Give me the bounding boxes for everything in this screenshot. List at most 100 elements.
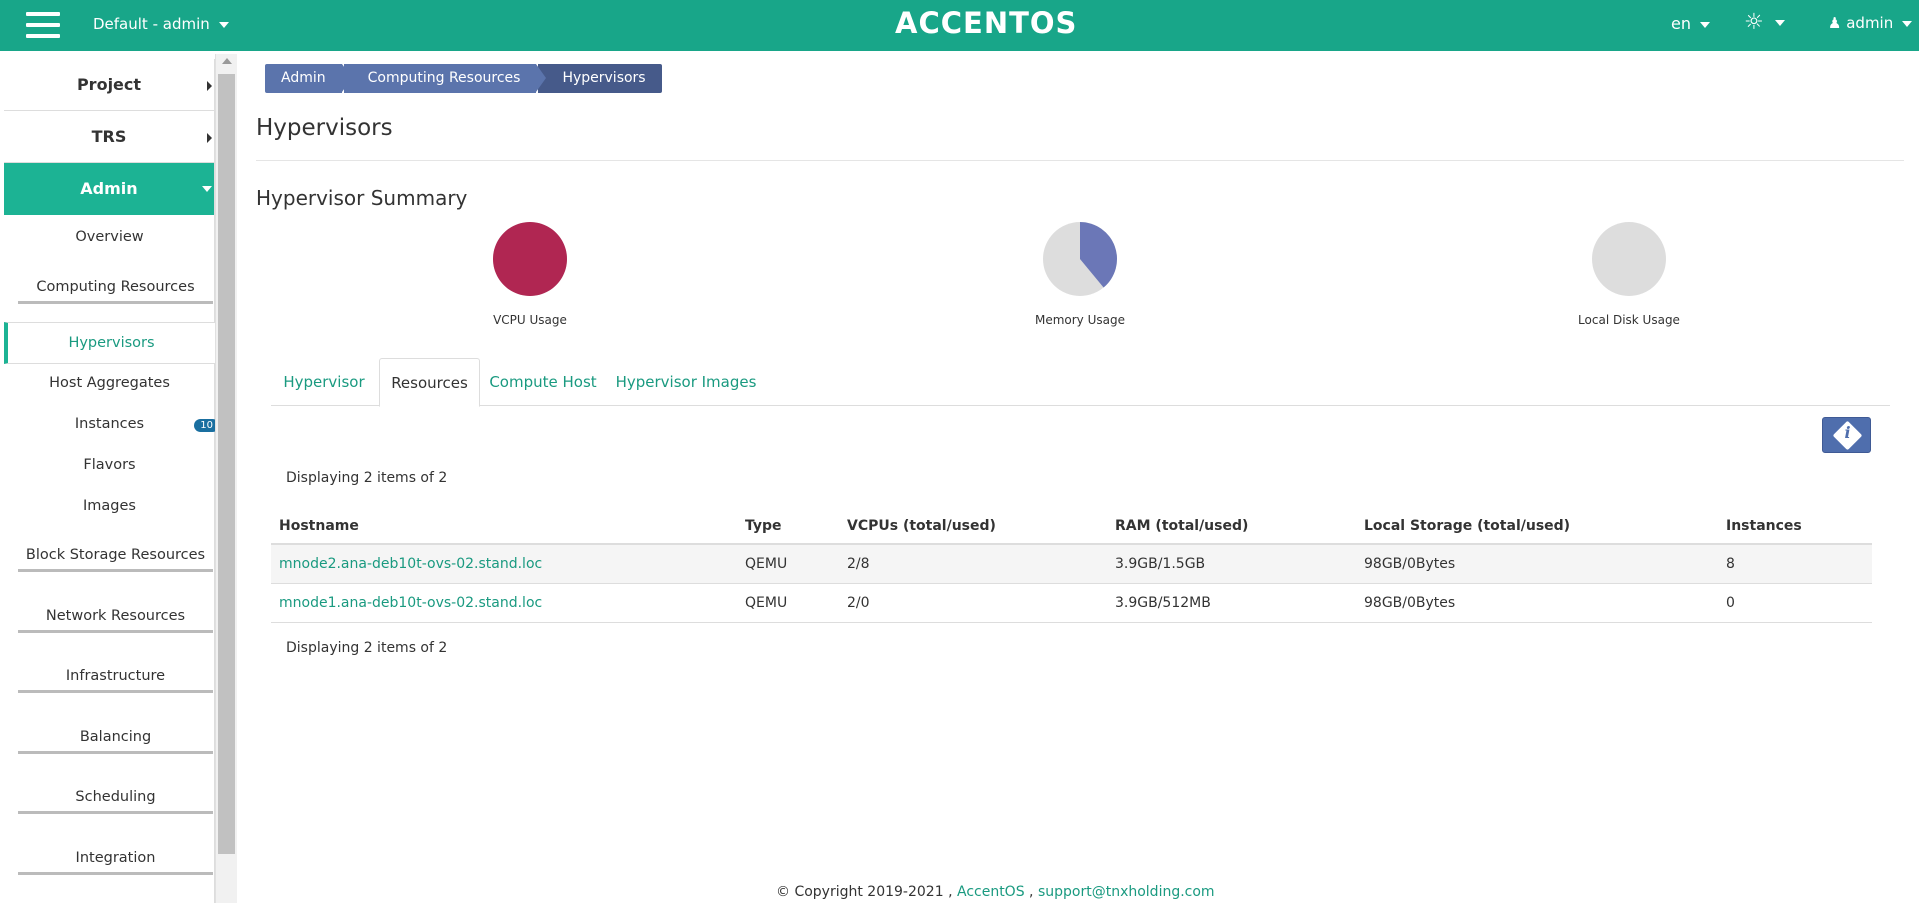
chevron-down-icon <box>1774 20 1785 26</box>
pie-slice-used <box>493 222 567 296</box>
hostname-link[interactable]: mnode1.ana-deb10t-ovs-02.stand.loc <box>279 595 542 611</box>
vcpu-usage-chart: VCPU Usage <box>460 222 600 327</box>
items-count-bottom: Displaying 2 items of 2 <box>286 640 448 656</box>
instances-cell: 0 <box>1718 583 1872 623</box>
scroll-up-icon[interactable] <box>222 58 232 64</box>
chevron-down-icon <box>202 186 212 192</box>
column-header-local-storage: Local Storage (total/used) <box>1356 508 1718 545</box>
chevron-right-icon <box>207 81 212 91</box>
disk-pie <box>1592 222 1666 296</box>
sidebar-item-label: Overview <box>75 229 144 245</box>
sidebar-item-label: Flavors <box>83 457 136 473</box>
breadcrumb-admin[interactable]: Admin <box>265 64 352 93</box>
breadcrumb-computing-resources[interactable]: Computing Resources <box>343 64 547 93</box>
ram-cell: 3.9GB/512MB <box>1107 583 1356 623</box>
sidebar-group-label: TRS <box>91 127 127 146</box>
sidebar-item-network-resources[interactable]: Network Resources <box>18 608 213 633</box>
sidebar-scrollbar[interactable] <box>215 54 237 903</box>
project-selector[interactable]: Default - admin <box>93 15 229 33</box>
user-icon: ♟ <box>1828 14 1842 32</box>
table-row: mnode1.ana-deb10t-ovs-02.stand.loc QEMU … <box>271 583 1872 623</box>
copyright-text: © Copyright 2019-2021 , <box>776 884 953 900</box>
tab-resources[interactable]: Resources <box>379 358 480 407</box>
hostname-cell: mnode1.ana-deb10t-ovs-02.stand.loc <box>271 583 737 623</box>
sidebar-item-label: Block Storage Resources <box>25 547 206 563</box>
chevron-down-icon <box>218 21 229 28</box>
storage-cell: 98GB/0Bytes <box>1356 544 1718 584</box>
chart-label: Memory Usage <box>1034 313 1125 327</box>
sidebar-item-label: Infrastructure <box>65 668 166 684</box>
sidebar-item-label: Balancing <box>79 729 152 745</box>
info-button[interactable]: i <box>1822 417 1871 453</box>
tab-compute-host[interactable]: Compute Host <box>482 358 604 406</box>
footer: © Copyright 2019-2021 , AccentOS , suppo… <box>776 884 1215 900</box>
column-header-hostname: Hostname <box>271 508 737 545</box>
sidebar-item-overview[interactable]: Overview <box>4 229 215 245</box>
language-label: en <box>1671 14 1691 33</box>
user-menu[interactable]: ♟ admin <box>1828 14 1913 32</box>
gear-icon: ☼ <box>1744 10 1764 35</box>
language-selector[interactable]: en <box>1671 14 1711 33</box>
hostname-link[interactable]: mnode2.ana-deb10t-ovs-02.stand.loc <box>279 556 542 572</box>
memory-pie <box>1043 222 1117 296</box>
sidebar-item-label: Integration <box>75 850 156 866</box>
sidebar-item-integration[interactable]: Integration <box>18 850 213 875</box>
sidebar-item-label: Network Resources <box>45 608 186 624</box>
breadcrumb: Admin Computing Resources Hypervisors <box>265 64 664 93</box>
table-header-row: Hostname Type VCPUs (total/used) RAM (to… <box>271 508 1872 545</box>
chevron-down-icon <box>1700 21 1711 28</box>
breadcrumb-hypervisors: Hypervisors <box>538 64 662 93</box>
sidebar-item-hypervisors[interactable]: Hypervisors <box>4 322 215 364</box>
sidebar-item-flavors[interactable]: Flavors <box>4 457 215 473</box>
menu-toggle-icon[interactable] <box>26 12 60 40</box>
project-selector-label: Default - admin <box>93 15 210 33</box>
column-header-type: Type <box>737 508 839 545</box>
sidebar-group-trs[interactable]: TRS <box>4 111 214 163</box>
divider <box>256 160 1904 161</box>
support-email-link[interactable]: support@tnxholding.com <box>1038 884 1215 900</box>
sidebar-group-label: Project <box>76 75 142 94</box>
pie-background <box>1592 222 1666 296</box>
local-disk-usage-chart: Local Disk Usage <box>1559 222 1699 327</box>
sidebar-item-images[interactable]: Images <box>4 498 215 514</box>
vcpus-cell: 2/0 <box>839 583 1107 623</box>
table-row: mnode2.ana-deb10t-ovs-02.stand.loc QEMU … <box>271 544 1872 584</box>
sidebar-item-block-storage[interactable]: Block Storage Resources <box>18 547 213 572</box>
top-navbar: Default - admin ACCENTOS en ☼ ♟ admin <box>0 0 1919 51</box>
settings-menu[interactable]: ☼ <box>1744 10 1785 35</box>
chart-label: Local Disk Usage <box>1578 313 1680 327</box>
vcpus-cell: 2/8 <box>839 544 1107 584</box>
accentos-link[interactable]: AccentOS <box>957 884 1025 900</box>
hostname-cell: mnode2.ana-deb10t-ovs-02.stand.loc <box>271 544 737 584</box>
sidebar-item-label: Hypervisors <box>68 335 155 351</box>
sidebar-item-balancing[interactable]: Balancing <box>18 729 213 754</box>
column-header-ram: RAM (total/used) <box>1107 508 1356 545</box>
sidebar-item-computing-resources[interactable]: Computing Resources <box>18 279 213 304</box>
column-header-vcpus: VCPUs (total/used) <box>839 508 1107 545</box>
logo: ACCENTOS <box>895 6 1078 40</box>
sidebar-group-label: Admin <box>80 179 138 198</box>
type-cell: QEMU <box>737 544 839 584</box>
chevron-right-icon <box>207 133 212 143</box>
sidebar-item-label: Images <box>83 498 136 514</box>
sidebar-item-instances[interactable]: Instances 10 <box>4 416 219 432</box>
sidebar-item-label: Host Aggregates <box>49 375 170 391</box>
user-name: admin <box>1846 14 1894 32</box>
type-cell: QEMU <box>737 583 839 623</box>
chart-label: VCPU Usage <box>493 313 567 327</box>
ram-cell: 3.9GB/1.5GB <box>1107 544 1356 584</box>
sidebar-item-label: Scheduling <box>75 789 156 805</box>
tab-hypervisor-images[interactable]: Hypervisor Images <box>606 358 766 406</box>
sidebar-item-scheduling[interactable]: Scheduling <box>18 789 213 814</box>
tab-hypervisor[interactable]: Hypervisor <box>271 358 377 406</box>
sidebar-item-infrastructure[interactable]: Infrastructure <box>18 668 213 693</box>
column-header-instances: Instances <box>1718 508 1872 545</box>
sidebar-group-admin[interactable]: Admin <box>4 163 214 215</box>
instances-cell: 8 <box>1718 544 1872 584</box>
info-icon: i <box>1844 423 1851 442</box>
sidebar-item-label: Instances <box>74 416 145 432</box>
scrollbar-thumb[interactable] <box>218 74 235 854</box>
sidebar-group-project[interactable]: Project <box>4 59 214 111</box>
sidebar-item-host-aggregates[interactable]: Host Aggregates <box>4 375 215 391</box>
items-count-top: Displaying 2 items of 2 <box>286 470 448 486</box>
